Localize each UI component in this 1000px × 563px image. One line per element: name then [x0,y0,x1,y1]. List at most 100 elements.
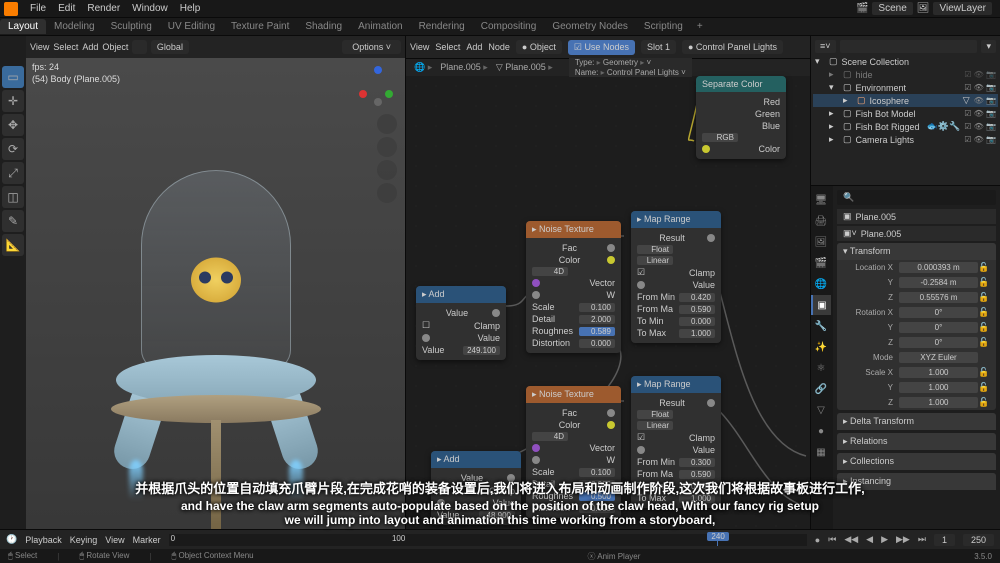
prop-tab-output[interactable]: 🖨 [811,211,831,231]
viewport-menu-add[interactable]: Add [82,42,98,52]
outliner-item-environment[interactable]: ▾▢ Environment☑ 👁 📷 [813,81,998,94]
node-menu-select[interactable]: Select [435,42,460,52]
measure-tool[interactable]: 📐 [2,234,24,256]
select-tool[interactable]: ▭ [2,66,24,88]
menu-edit[interactable]: Edit [52,3,81,14]
location-x-field[interactable]: 0.000393 m [899,262,978,273]
node-add-1[interactable]: ▸ Add Value ☐ Clamp Value Value249.100 [416,286,506,360]
transport-play-rev[interactable]: ◀ [866,534,873,545]
outliner-item-icosphere[interactable]: ▸▢ Icosphere▽👁 📷 [813,94,998,107]
transport-next-key[interactable]: ▶▶ [896,534,910,545]
move-tool[interactable]: ✥ [2,114,24,136]
slot-dropdown[interactable]: Slot 1 [641,40,676,54]
lock-icon[interactable]: 🔓 [978,337,990,348]
frame-start-field[interactable]: 1 [934,534,955,546]
viewlayer-field[interactable]: ViewLayer [933,2,992,15]
viewport-3d[interactable]: fps: 24 (54) Body (Plane.005) [26,58,405,529]
autokey-icon[interactable]: ● [815,535,820,545]
timeline-clock-icon[interactable]: 🕐 [6,534,17,545]
transport-play[interactable]: ▶ [881,534,888,545]
viewport-menu-object[interactable]: Object [102,42,128,52]
node-menu-add[interactable]: Add [466,42,482,52]
node-map-range-1[interactable]: ▸ Map Range Result Float Linear Clamp Va… [631,211,721,343]
delta-transform-section[interactable]: ▸ Delta Transform [837,413,996,430]
properties-object-name-1[interactable]: ▣ Plane.005 [837,209,996,224]
properties-search-input[interactable] [858,193,990,203]
prop-tab-modifiers[interactable]: 🔧 [811,316,831,336]
prop-tab-texture[interactable]: ▦ [811,442,831,462]
breadcrumb-world-icon[interactable]: 🌐 [414,62,432,73]
breadcrumb-object[interactable]: Plane.005 [440,62,488,73]
outliner-item-camera-lights[interactable]: ▸▢ Camera Lights☑ 👁 📷 [813,133,998,146]
timeline-track[interactable]: 0 100 [169,534,807,546]
lock-icon[interactable]: 🔓 [978,322,990,333]
mode-dropdown[interactable] [132,40,147,54]
tab-animation[interactable]: Animation [350,19,410,34]
viewport-menu-select[interactable]: Select [53,42,78,52]
timeline-cursor[interactable] [717,534,718,546]
tab-rendering[interactable]: Rendering [411,19,473,34]
lock-icon[interactable]: 🔓 [978,262,990,273]
camera-icon[interactable] [377,160,397,180]
rotation-z-field[interactable]: 0° [899,337,978,348]
prop-tab-render[interactable]: 🖥 [811,190,831,210]
tab-texture-paint[interactable]: Texture Paint [223,19,297,34]
node-noise-texture-1[interactable]: ▸ Noise Texture Fac Color 4D Vector W Sc… [526,221,621,353]
transform-section-title[interactable]: ▾ Transform [837,243,996,260]
collections-section[interactable]: ▸ Collections [837,453,996,470]
relations-section[interactable]: ▸ Relations [837,433,996,450]
blender-logo-icon[interactable] [4,2,18,16]
prop-tab-data[interactable]: ▽ [811,400,831,420]
breadcrumb-data[interactable]: ▽ Plane.005 [496,62,553,73]
prop-tab-object[interactable]: ▣ [811,295,831,315]
node-separate-color[interactable]: Separate Color Red Green Blue RGB Color [696,76,786,159]
navigation-gizmo[interactable] [357,64,399,106]
viewport-menu-view[interactable]: View [30,42,49,52]
outliner-item-fish-bot-rigged[interactable]: ▸▢ Fish Bot Rigged🐟⚙️🔧☑ 👁 📷 [813,120,998,133]
object-pin-dropdown[interactable]: ● Object [516,40,562,54]
outliner-item-hide[interactable]: ▸▢ hide☑ 👁 📷 [813,68,998,81]
scale-x-field[interactable]: 1.000 [899,367,978,378]
location-z-field[interactable]: 0.55576 m [899,292,978,303]
menu-help[interactable]: Help [174,3,207,14]
tab-modeling[interactable]: Modeling [46,19,103,34]
node-canvas[interactable]: Separate Color Red Green Blue RGB Color … [406,76,810,529]
location-y-field[interactable]: -0.2584 m [899,277,978,288]
properties-object-name-2[interactable]: ▣˅ Plane.005 [837,226,996,241]
add-workspace-button[interactable]: + [691,21,709,32]
prop-tab-scene[interactable]: 🎬 [811,253,831,273]
viewport-options-button[interactable]: Options ˅ [342,40,401,54]
use-nodes-toggle[interactable]: ☑ Use Nodes [568,40,635,55]
frame-end-field[interactable]: 250 [963,534,994,546]
lock-icon[interactable]: 🔓 [978,382,990,393]
lock-icon[interactable]: 🔓 [978,277,990,288]
transport-end[interactable]: ⏭ [918,534,926,545]
rotation-mode-dropdown[interactable]: XYZ Euler [899,352,978,363]
timeline-menu-keying[interactable]: Keying [70,535,98,545]
outliner-item-fish-bot-model[interactable]: ▸▢ Fish Bot Model☑ 👁 📷 [813,107,998,120]
scale-y-field[interactable]: 1.000 [899,382,978,393]
timeline-menu-marker[interactable]: Marker [133,535,161,545]
properties-search[interactable]: 🔍 [837,190,996,205]
node-menu-view[interactable]: View [410,42,429,52]
rotate-tool[interactable]: ⟳ [2,138,24,160]
prop-tab-world[interactable]: 🌐 [811,274,831,294]
transform-tool[interactable]: ◫ [2,186,24,208]
prop-tab-material[interactable]: ● [811,421,831,441]
menu-window[interactable]: Window [126,3,174,14]
lock-icon[interactable]: 🔓 [978,307,990,318]
rotation-y-field[interactable]: 0° [899,322,978,333]
outliner-filter-icon[interactable]: ≡˅ [815,40,836,53]
outliner[interactable]: ≡˅ ▾ ▾▢ Scene Collection ▸▢ hide☑ 👁 📷 ▾▢… [811,36,1000,186]
perspective-icon[interactable] [377,183,397,203]
timeline-menu-playback[interactable]: Playback [25,535,62,545]
menu-render[interactable]: Render [81,3,126,14]
tab-compositing[interactable]: Compositing [473,19,545,34]
lock-icon[interactable]: 🔓 [978,367,990,378]
tab-scripting[interactable]: Scripting [636,19,691,34]
lock-icon[interactable]: 🔓 [978,292,990,303]
material-field[interactable]: ● Control Panel Lights [682,40,783,54]
pan-icon[interactable] [377,137,397,157]
transport-prev-key[interactable]: ◀◀ [844,534,858,545]
scene-name-field[interactable]: Scene [872,2,912,15]
